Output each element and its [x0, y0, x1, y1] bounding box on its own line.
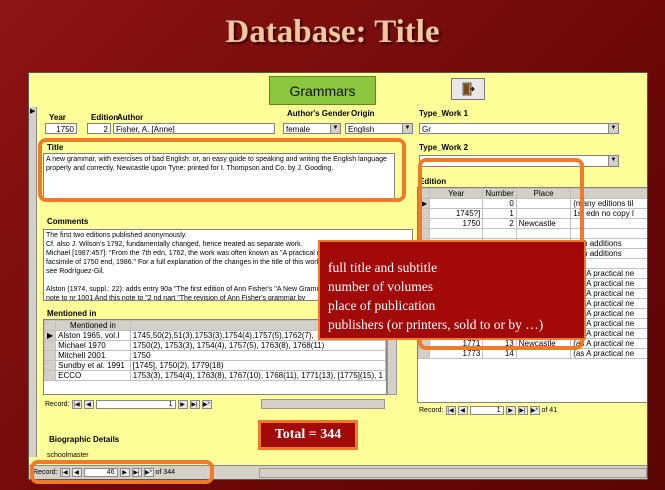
gender-label: Author's Gender: [287, 109, 350, 118]
biographic-label: Biographic Details: [49, 435, 120, 444]
row-selector[interactable]: [44, 340, 57, 351]
slide: Database: Title Grammars ▶ Year Edition …: [0, 0, 665, 490]
mentioned-col-source[interactable]: Mentioned in: [55, 320, 131, 331]
mentioned-cell[interactable]: 1750: [129, 350, 386, 361]
mentioned-cell[interactable]: ECCO: [55, 370, 131, 381]
author-field[interactable]: Fisher, A. [Anne]: [113, 123, 275, 134]
edition-cell[interactable]: [515, 348, 572, 359]
record-label: Record:: [45, 401, 70, 408]
origin-select[interactable]: English ▼: [345, 123, 413, 134]
record-number-input[interactable]: 1: [95, 400, 176, 409]
prev-record-button[interactable]: ◀: [83, 400, 94, 409]
record-selector[interactable]: ▶: [29, 107, 37, 457]
year-field[interactable]: 1750: [45, 123, 77, 134]
mentioned-record-nav: Record: |◀ ◀ 1 ▶ ▶| ▶*: [45, 399, 214, 410]
comment-line: The first two editions published anonymo…: [46, 232, 187, 239]
record-number-input[interactable]: 1: [469, 406, 504, 415]
mentioned-cell[interactable]: [1745], 1750(2), 1779(18): [129, 360, 386, 371]
last-record-button[interactable]: ▶|: [189, 400, 200, 409]
edition-cell[interactable]: (as A practical ne: [570, 348, 647, 359]
type-work1-label: Type_Work 1: [419, 109, 469, 118]
total-badge: Total = 344: [258, 420, 358, 450]
record-count: of 41: [541, 407, 558, 414]
door-exit-icon: [462, 82, 475, 96]
chevron-down-icon[interactable]: ▼: [608, 156, 618, 166]
type-work2-label: Type_Work 2: [419, 143, 469, 152]
exit-button[interactable]: [451, 78, 485, 100]
mentioned-cell[interactable]: Alston 1965, vol.I: [55, 330, 131, 341]
mentioned-row[interactable]: Sundby et al. 1991 [1745], 1750(2), 1779(…: [44, 360, 386, 371]
edition-cell[interactable]: 1773: [429, 348, 484, 359]
record-label: Record:: [419, 407, 444, 414]
chevron-down-icon[interactable]: ▼: [608, 124, 618, 133]
edition-cell[interactable]: 14: [482, 348, 517, 359]
first-record-button[interactable]: |◀: [445, 406, 456, 415]
mentioned-h-scrollbar[interactable]: [261, 399, 385, 409]
origin-value: English: [348, 125, 375, 134]
next-record-button[interactable]: ▶: [505, 406, 516, 415]
row-selector[interactable]: [44, 370, 57, 381]
row-selector[interactable]: ▶: [44, 330, 57, 341]
mentioned-cell[interactable]: Michael 1970: [55, 340, 131, 351]
callout-line: place of publication: [328, 298, 436, 313]
form-h-scrollbar[interactable]: [259, 468, 647, 478]
mentioned-cell[interactable]: 1753(3), 1754(4), 1763(8), 1767(10), 176…: [129, 370, 386, 381]
new-record-button[interactable]: ▶*: [529, 406, 540, 415]
edition-record-nav: Record: |◀ ◀ 1 ▶ ▶| ▶* of 41: [419, 405, 557, 416]
mentioned-cell[interactable]: Mitchell 2001: [55, 350, 131, 361]
edition-label: Edition: [91, 113, 119, 122]
chevron-down-icon[interactable]: ▼: [330, 124, 340, 133]
first-record-button[interactable]: |◀: [71, 400, 82, 409]
chevron-down-icon[interactable]: ▼: [402, 124, 412, 133]
year-label: Year: [49, 113, 66, 122]
row-selector[interactable]: [44, 350, 57, 361]
row-selector[interactable]: [44, 360, 57, 371]
author-label: Author: [117, 113, 144, 122]
new-record-button[interactable]: ▶*: [201, 400, 212, 409]
callout-line: number of volumes: [328, 279, 433, 294]
record-count-highlight: [30, 460, 214, 484]
edition-field[interactable]: 2: [87, 123, 111, 134]
next-record-button[interactable]: ▶: [177, 400, 188, 409]
origin-label: Origin: [351, 109, 375, 118]
mentioned-row[interactable]: ECCO 1753(3), 1754(4), 1763(8), 1767(10),…: [44, 370, 386, 381]
last-record-button[interactable]: ▶|: [517, 406, 528, 415]
mentioned-row[interactable]: Mitchell 2001 1750: [44, 350, 386, 361]
edition-row[interactable]: 1773 14 (as A practical ne: [418, 348, 647, 359]
title-highlight: [38, 138, 406, 202]
form-header-title: Grammars: [269, 76, 376, 105]
row-selector[interactable]: [418, 348, 431, 359]
mentioned-row[interactable]: Michael 1970 1750(2), 1753(3), 1754(4), 1…: [44, 340, 386, 351]
mentioned-cell[interactable]: 1750(2), 1753(3), 1754(4), 1757(5), 1763…: [129, 340, 386, 351]
callout-line: publishers (or printers, sold to or by ……: [328, 317, 544, 332]
callout-line: full title and subtitle: [328, 260, 438, 275]
slide-title: Database: Title: [225, 14, 440, 50]
prev-record-button[interactable]: ◀: [457, 406, 468, 415]
mentioned-cell[interactable]: Sundby et al. 1991: [55, 360, 131, 371]
comments-label: Comments: [47, 217, 89, 226]
callout-box: full title and subtitle number of volume…: [318, 240, 586, 340]
mentioned-in-label: Mentioned in: [47, 309, 97, 318]
gender-value: female: [286, 125, 311, 134]
gender-select[interactable]: female ▼: [283, 123, 341, 134]
type-work1-value: Gr: [422, 125, 431, 134]
type-work1-select[interactable]: Gr ▼: [419, 123, 619, 134]
